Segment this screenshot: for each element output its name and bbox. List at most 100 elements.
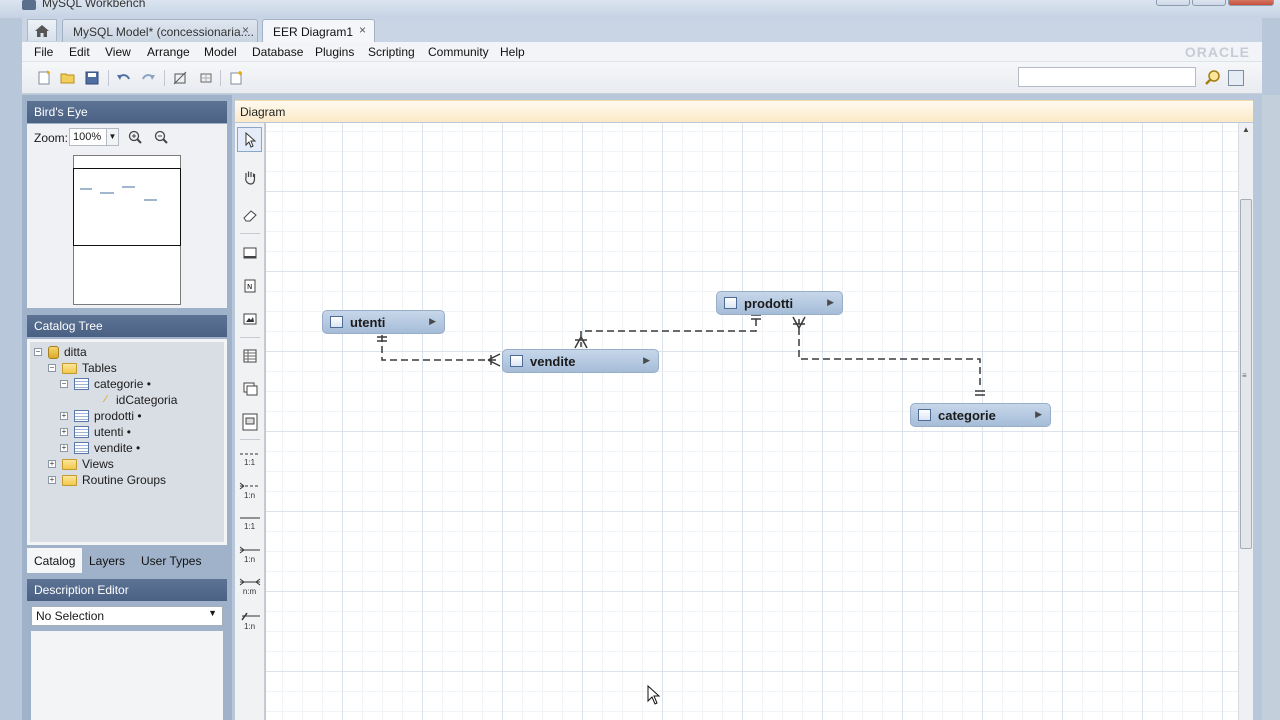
scroll-up-icon[interactable]: ▲ [1242,125,1250,134]
tree-node-routine-groups[interactable]: + Routine Groups [48,472,166,488]
menu-community[interactable]: Community [428,45,489,59]
birds-eye-minimap[interactable] [73,155,181,305]
undo-button[interactable] [116,70,132,86]
image-tool[interactable] [237,306,262,331]
relationship-1-1-tool[interactable]: 1:1 [237,446,262,471]
diagram-canvas[interactable]: utenti ▶ vendite ▶ prodotti ▶ categorie … [266,123,1238,720]
new-diagram-button[interactable] [228,70,244,86]
birds-eye-header: Bird's Eye [27,101,227,123]
diagram-area: Diagram N 1:1 1:n 1:1 1:n n:m 1:n utenti… [232,95,1262,720]
description-selection-dropdown[interactable]: No Selection ▼ [31,606,223,626]
select-tool[interactable] [237,127,262,152]
menu-model[interactable]: Model [204,45,237,59]
zoom-in-button[interactable] [127,129,143,145]
menu-database[interactable]: Database [252,45,303,59]
expand-arrow-icon[interactable]: ▶ [429,316,436,327]
align-grid-button[interactable] [198,70,214,86]
routine-group-tool[interactable] [237,409,262,434]
collapse-toggle-icon[interactable]: − [48,364,56,372]
tool-label: 1:1 [243,457,256,467]
menu-arrange[interactable]: Arrange [147,45,190,59]
relationship-1-n-identifying-tool[interactable]: 1:n [237,542,262,567]
expand-arrow-icon[interactable]: ▶ [643,355,650,366]
relationship-1-1-dashed-icon [239,453,260,454]
relationship-prodotti-vendite[interactable] [580,319,757,347]
table-tool[interactable] [237,343,262,368]
menu-plugins[interactable]: Plugins [315,45,354,59]
tree-node-table-categorie[interactable]: − categorie • [60,376,151,392]
menu-bar: File Edit View Arrange Model Database Pl… [22,42,1262,62]
close-tab-icon[interactable]: × [359,23,366,37]
left-sidebar: Bird's Eye Zoom: 100% ▼ Catalog Tree − d… [22,95,232,720]
zoom-out-button[interactable] [153,129,169,145]
expand-arrow-icon[interactable]: ▶ [1035,409,1042,420]
save-button[interactable] [84,70,100,86]
menu-edit[interactable]: Edit [69,45,90,59]
close-tab-icon[interactable]: × [242,23,249,37]
scrollbar-grip-icon: ≡ [1242,371,1247,380]
expand-toggle-icon[interactable]: + [48,460,56,468]
svg-text:N: N [247,283,252,291]
expand-arrow-icon[interactable]: ▶ [827,297,834,308]
menu-scripting[interactable]: Scripting [368,45,415,59]
open-button[interactable] [60,70,76,86]
relationship-utenti-vendite[interactable] [381,335,499,361]
redo-button[interactable] [140,70,156,86]
tree-node-table-vendite[interactable]: + vendite • [60,440,140,456]
new-document-button[interactable] [36,70,52,86]
eraser-tool[interactable] [237,202,262,227]
expand-toggle-icon[interactable]: + [60,444,68,452]
close-window-button[interactable] [1228,0,1274,6]
tree-node-column-idcategoria[interactable]: ⁄ idCategoria [103,392,177,408]
tree-node-schema[interactable]: − ditta [34,344,87,360]
expand-toggle-icon[interactable]: + [48,476,56,484]
tree-node-tables[interactable]: − Tables [48,360,117,376]
entity-prodotti[interactable]: prodotti ▶ [716,291,843,315]
description-text-area[interactable] [31,631,223,720]
relationship-n-m-tool[interactable]: n:m [237,574,262,599]
collapse-toggle-icon[interactable]: − [60,380,68,388]
tree-node-table-utenti[interactable]: + utenti • [60,424,131,440]
entity-utenti[interactable]: utenti ▶ [322,310,445,334]
layout-toggle-button[interactable] [1228,70,1244,86]
zoom-input[interactable]: 100% [69,128,107,146]
search-button[interactable] [1204,69,1222,87]
tab-eer-diagram[interactable]: EER Diagram1 × [262,19,375,42]
tab-catalog[interactable]: Catalog [27,548,83,573]
relationship-categorie-prodotti[interactable] [798,319,981,385]
expand-toggle-icon[interactable]: + [60,428,68,436]
zoom-out-icon [154,130,168,144]
toolbar-separator [164,70,165,86]
tree-node-table-prodotti[interactable]: + prodotti • [60,408,142,424]
search-input[interactable] [1018,67,1196,87]
minimap-viewport[interactable] [73,168,181,246]
toggle-grid-button[interactable] [172,70,188,86]
entity-vendite[interactable]: vendite ▶ [502,349,659,373]
collapse-toggle-icon[interactable]: − [34,348,42,356]
expand-toggle-icon[interactable]: + [60,412,68,420]
home-tab[interactable] [27,19,57,41]
layer-tool[interactable] [237,240,262,265]
relationship-1-n-tool[interactable]: 1:n [237,478,262,503]
hand-tool[interactable] [237,164,262,189]
toolbar-separator [220,70,221,86]
relationship-existing-columns-tool[interactable]: 1:n [237,608,262,633]
menu-help[interactable]: Help [500,45,525,59]
minimize-button[interactable] [1156,0,1190,6]
tool-label: n:m [242,586,257,596]
maximize-button[interactable] [1192,0,1226,6]
tab-mysql-model[interactable]: MySQL Model* (concessionaria.... × [62,19,258,42]
tab-layers[interactable]: Layers [82,548,132,573]
tab-label: EER Diagram1 [273,25,354,39]
relationship-1-1-identifying-tool[interactable]: 1:1 [237,510,262,535]
menu-view[interactable]: View [105,45,131,59]
canvas-vertical-scrollbar[interactable]: ▲ ≡ [1238,123,1253,720]
view-tool[interactable] [237,376,262,401]
zoom-dropdown-icon[interactable]: ▼ [107,128,119,146]
tree-node-views[interactable]: + Views [48,456,114,472]
tab-user-types[interactable]: User Types [134,548,208,573]
grid-toggle-icon [173,71,187,85]
entity-categorie[interactable]: categorie ▶ [910,403,1051,427]
note-tool[interactable]: N [237,273,262,298]
menu-file[interactable]: File [34,45,53,59]
